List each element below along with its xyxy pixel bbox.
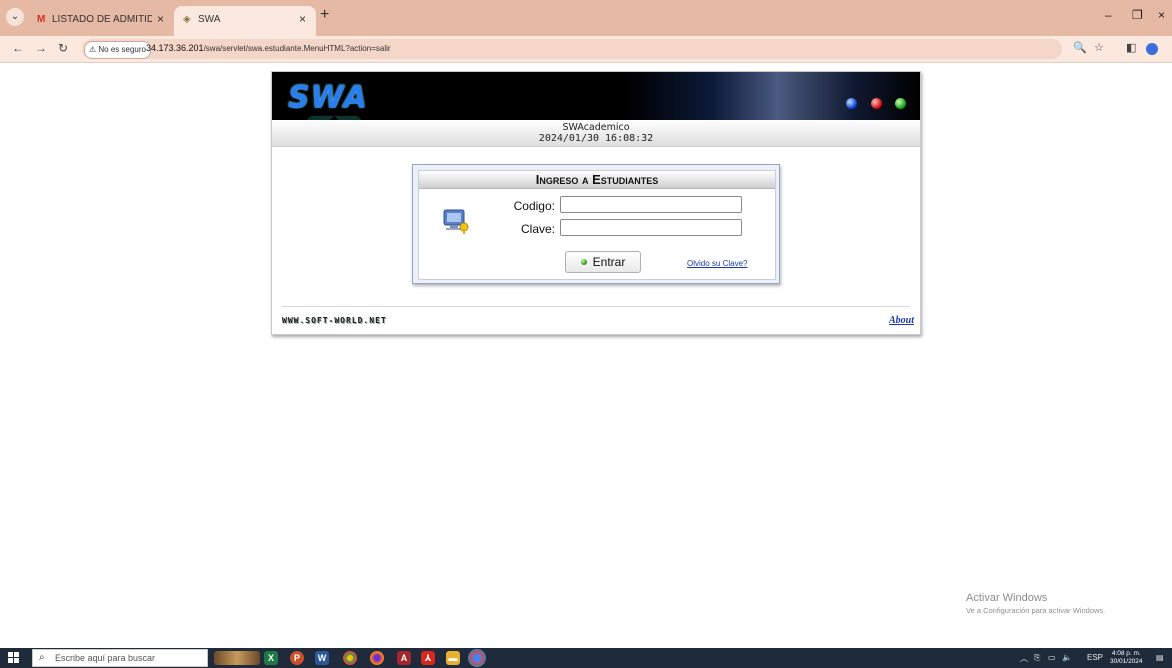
- url-path: /swa/servlet/swa.estudiante.MenuHTML?act…: [203, 44, 391, 53]
- close-window-icon[interactable]: ×: [1158, 8, 1165, 22]
- blue-ball-icon: [846, 98, 858, 109]
- tray-chevron-icon[interactable]: ︿: [1020, 653, 1028, 664]
- clock-time: 4:08 p. m.: [1111, 650, 1141, 657]
- banner-balls: [837, 96, 906, 114]
- reload-icon[interactable]: ↻: [58, 41, 68, 55]
- chrome-active-icon[interactable]: [468, 649, 486, 667]
- url-text[interactable]: 34.173.36.201/swa/servlet/swa.estudiante…: [146, 43, 391, 53]
- back-icon[interactable]: ←: [12, 41, 24, 55]
- about-link[interactable]: About: [889, 315, 914, 326]
- network-icon[interactable]: ⎘: [1034, 653, 1040, 663]
- tab-search-icon[interactable]: ⌄: [6, 8, 24, 26]
- acrobat-icon[interactable]: ⅄: [421, 651, 435, 665]
- battery-icon[interactable]: ▭: [1048, 653, 1056, 662]
- swa-banner: SWA ◢◤◥◣: [272, 72, 920, 120]
- swa-logo-reflection: ◢◤◥◣: [288, 108, 380, 120]
- gmail-icon: M: [37, 14, 46, 25]
- windows-taskbar: ⌕ Escribe aquí para buscar X P W A ⅄ ▬ ︿…: [0, 648, 1172, 668]
- new-tab-button[interactable]: +: [320, 6, 329, 24]
- clave-label: Clave:: [520, 222, 555, 236]
- red-ball-icon: [870, 98, 882, 109]
- tab-title: SWA: [198, 14, 221, 25]
- bookmark-star-icon[interactable]: ☆: [1094, 41, 1104, 54]
- app-name: SWAcademico: [562, 122, 630, 133]
- word-icon[interactable]: W: [315, 651, 329, 665]
- footer-divider: [282, 306, 910, 307]
- search-icon: ⌕: [39, 652, 45, 663]
- tab-close-icon[interactable]: ×: [299, 12, 306, 26]
- swa-favicon-icon: ◈: [183, 14, 191, 25]
- minimize-icon[interactable]: –: [1105, 8, 1112, 22]
- green-dot-icon: [580, 259, 587, 265]
- tab-listado-admitidos[interactable]: M LISTADO DE ADMITIDOS APROB ×: [28, 6, 174, 32]
- computer-key-icon: [443, 209, 469, 234]
- entrar-button[interactable]: Entrar: [565, 251, 641, 273]
- file-explorer-icon[interactable]: ▬: [446, 651, 460, 665]
- taskbar-clock[interactable]: 4:08 p. m. 30/01/2024: [1110, 650, 1143, 666]
- forward-icon[interactable]: →: [35, 41, 47, 55]
- security-chip[interactable]: ⚠ No es seguro: [84, 41, 151, 59]
- address-bar-row: ← → ↻ ⚠ No es seguro 34.173.36.201/swa/s…: [0, 36, 1172, 63]
- weather-widget-icon[interactable]: [214, 651, 260, 665]
- codigo-input[interactable]: [560, 196, 742, 213]
- profile-avatar[interactable]: [1146, 43, 1158, 55]
- footer-site-logo: WWW.SOFT-WORLD.NET: [282, 316, 387, 325]
- windows-start-icon[interactable]: [8, 652, 20, 664]
- green-ball-icon: [895, 98, 906, 109]
- app-header-bar: SWAcademico 2024/01/30 16:08:32: [272, 120, 920, 147]
- taskbar-search-box[interactable]: ⌕ Escribe aquí para buscar: [32, 649, 208, 667]
- browser-tab-bar: ⌄ M LISTADO DE ADMITIDOS APROB × ◈ SWA ×…: [0, 0, 1172, 36]
- tab-swa[interactable]: ◈ SWA ×: [174, 6, 316, 36]
- activate-windows-watermark: Activar Windows Ve a Configuración para …: [966, 592, 1105, 615]
- chrome-icon[interactable]: [343, 651, 357, 665]
- login-title: Ingreso a Estudiantes: [419, 171, 775, 189]
- url-host: 34.173.36.201: [146, 43, 204, 53]
- clock-date: 30/01/2024: [1110, 658, 1143, 665]
- access-icon[interactable]: A: [397, 651, 411, 665]
- entrar-label: Entrar: [592, 255, 626, 269]
- warning-icon: ⚠: [89, 45, 97, 54]
- security-label: No es seguro: [98, 45, 146, 54]
- clave-input[interactable]: [560, 219, 742, 236]
- login-panel: Ingreso a Estudiantes Codigo: Clave: Ent…: [412, 164, 780, 284]
- watermark-subtitle: Ve a Configuración para activar Windows.: [966, 606, 1106, 615]
- notifications-icon[interactable]: ▤: [1156, 653, 1164, 662]
- tab-title: LISTADO DE ADMITIDOS APROB: [52, 14, 152, 25]
- sidepanel-icon[interactable]: ◧: [1126, 41, 1136, 54]
- excel-icon[interactable]: X: [264, 651, 278, 665]
- search-placeholder: Escribe aquí para buscar: [55, 653, 156, 663]
- firefox-icon[interactable]: [370, 651, 384, 665]
- login-panel-inner: Ingreso a Estudiantes Codigo: Clave: Ent…: [418, 170, 776, 280]
- swa-container: SWA ◢◤◥◣ SWAcademico 2024/01/30 16:08:32…: [271, 71, 921, 335]
- powerpoint-icon[interactable]: P: [290, 651, 304, 665]
- volume-icon[interactable]: 🔈: [1062, 653, 1072, 662]
- language-indicator[interactable]: ESP: [1087, 653, 1103, 662]
- forgot-password-link[interactable]: Olvido su Clave?: [687, 259, 747, 268]
- server-datetime: 2024/01/30 16:08:32: [538, 133, 654, 144]
- tab-close-icon[interactable]: ×: [157, 12, 164, 26]
- restore-icon[interactable]: ❐: [1132, 8, 1143, 22]
- codigo-label: Codigo:: [513, 199, 555, 213]
- zoom-icon[interactable]: 🔍: [1073, 41, 1087, 54]
- watermark-title: Activar Windows: [966, 592, 1048, 604]
